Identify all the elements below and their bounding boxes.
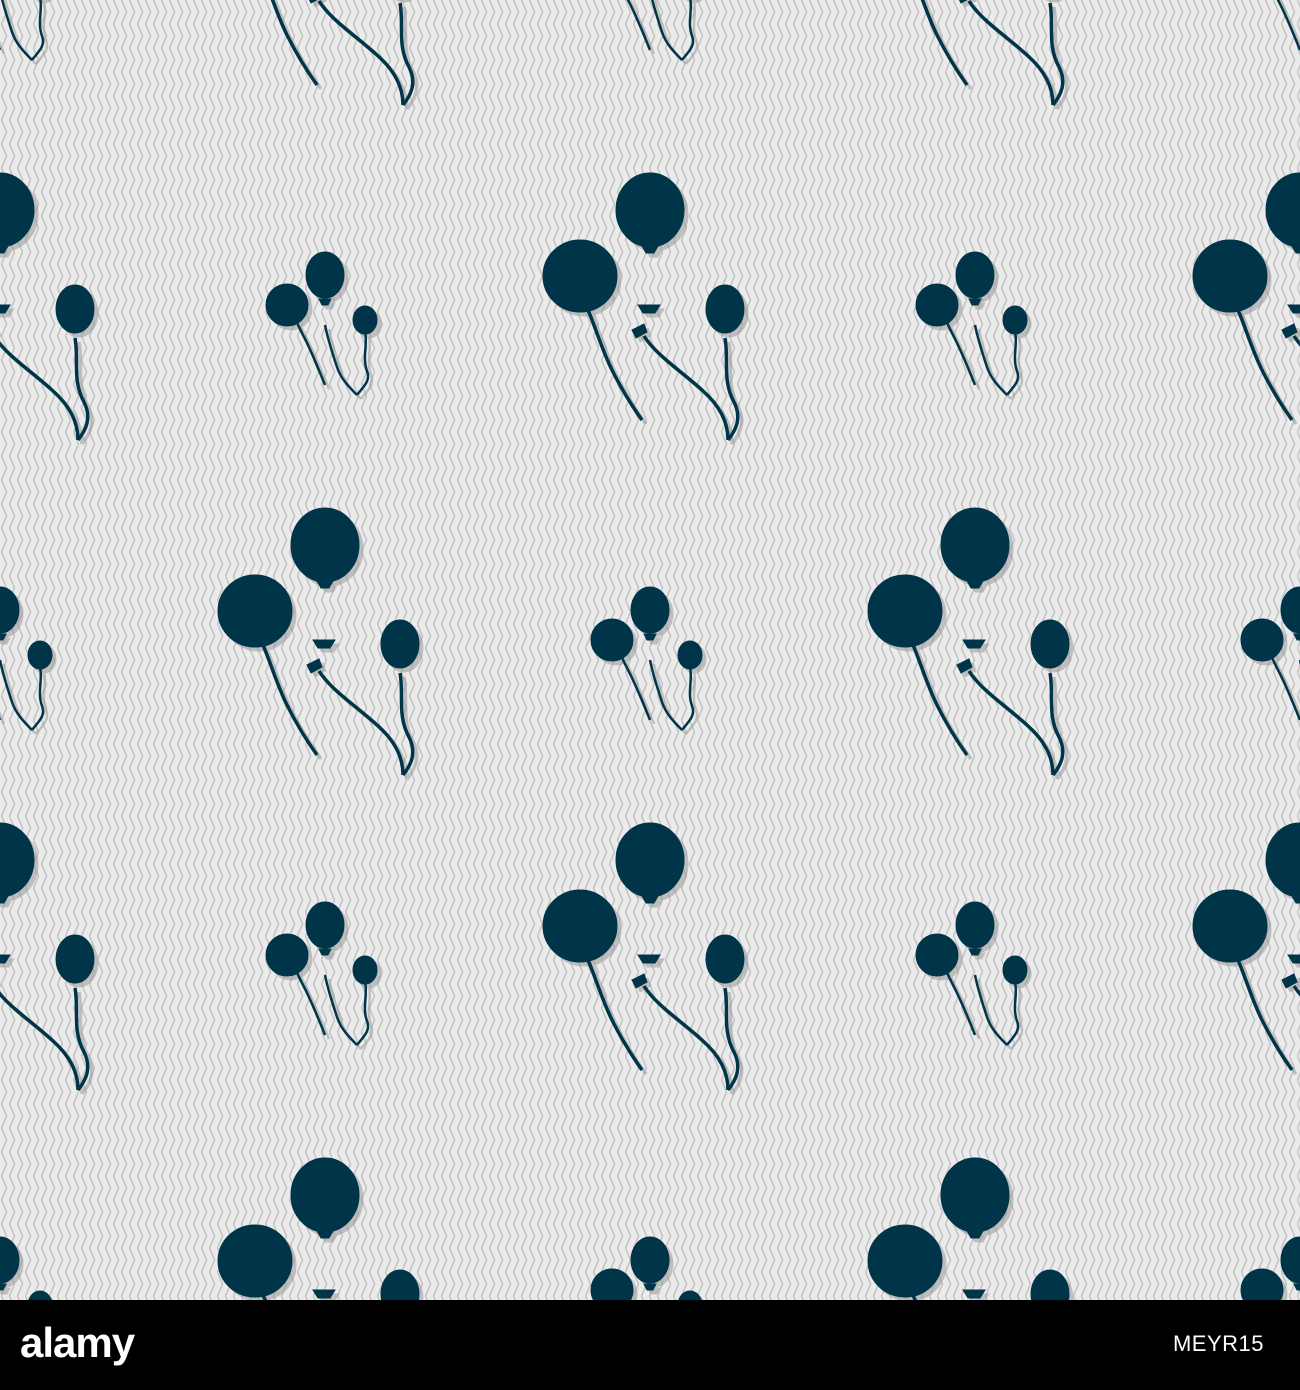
- image-id: MEYR15: [1172, 1331, 1264, 1356]
- balloon-pattern-background: [0, 0, 1300, 1300]
- brand-logo[interactable]: alamy: [20, 1318, 135, 1368]
- brand-wordmark: alamy: [20, 1319, 135, 1366]
- footer-bar: alamy MEYR15: [0, 1300, 1300, 1390]
